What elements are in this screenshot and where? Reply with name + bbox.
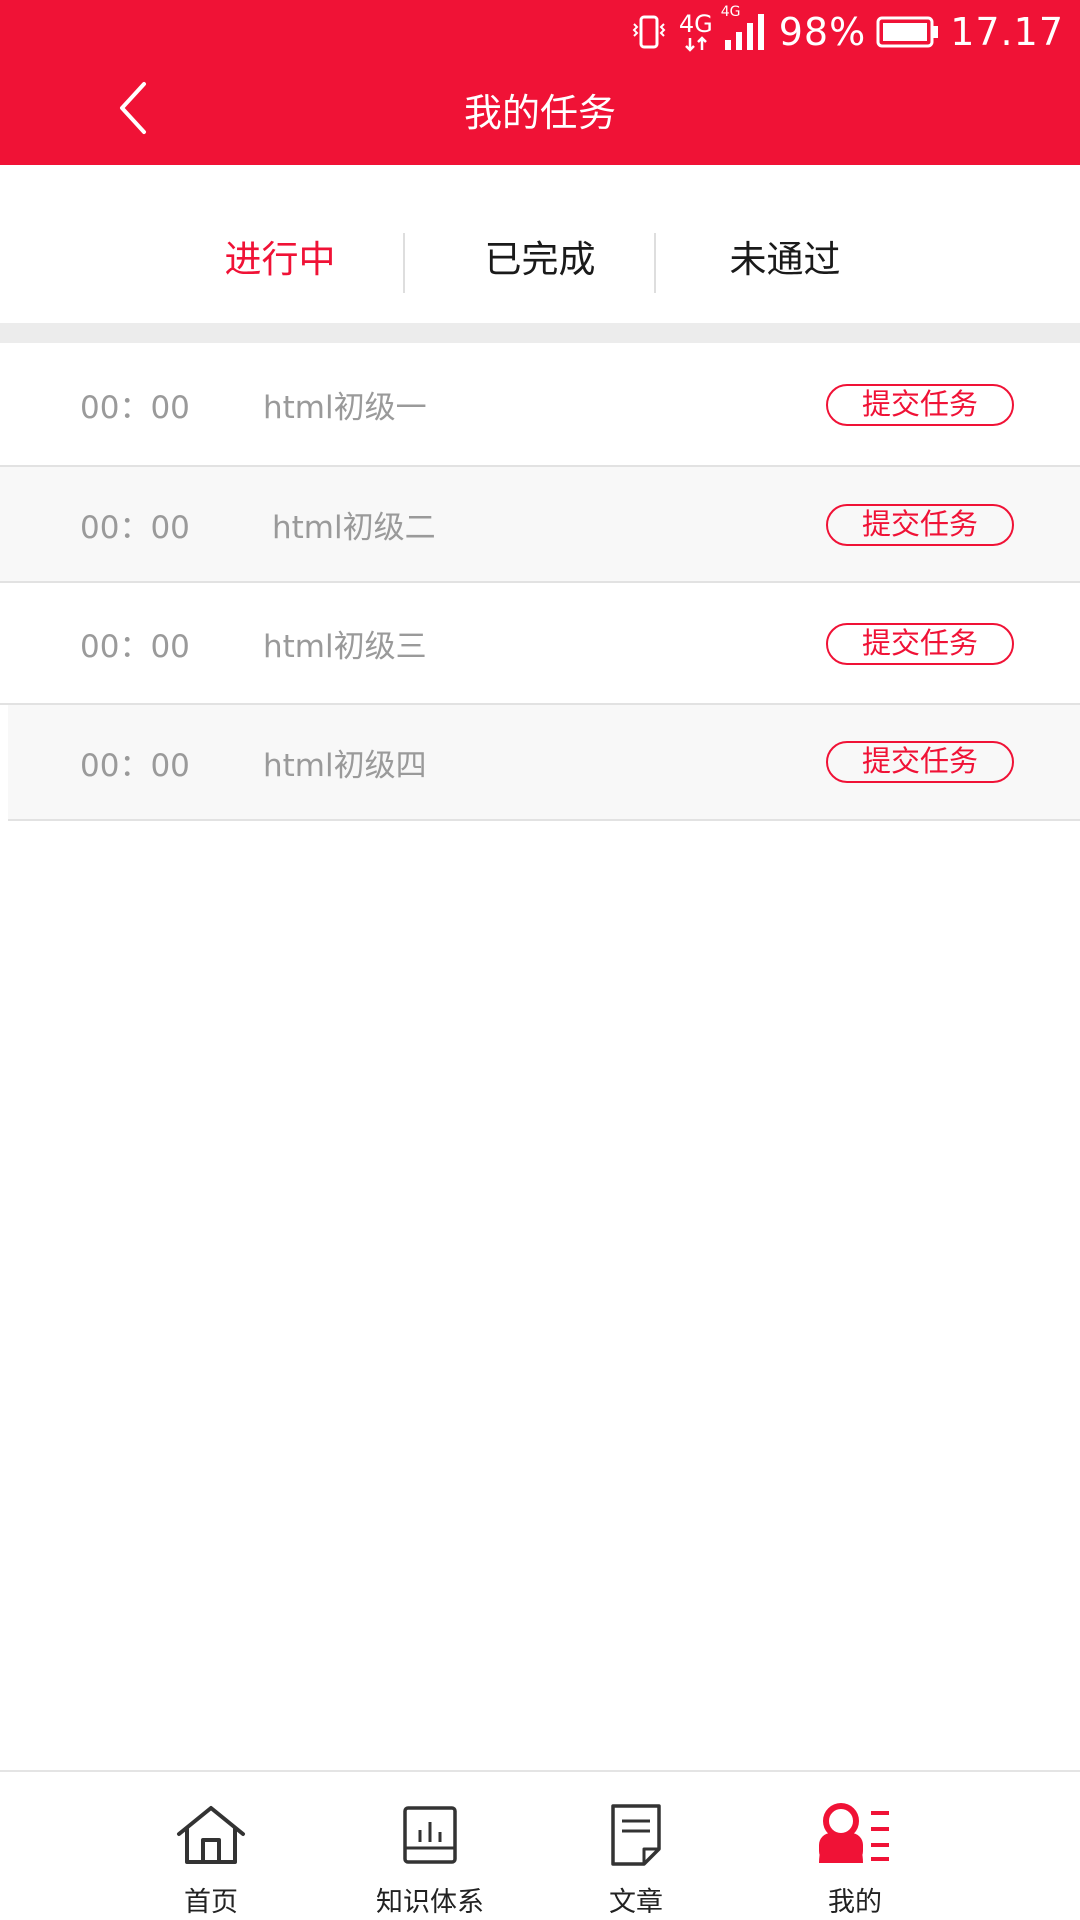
task-time: 00：00 [80,747,190,784]
task-time: 00：00 [80,389,190,426]
home-icon [171,1802,251,1868]
network-label: 4G [678,10,713,38]
submit-task-button[interactable]: 提交任务 [826,623,1014,665]
status-tabs: 进行中 已完成 未通过 [0,165,1080,323]
knowledge-icon [390,1802,470,1868]
submit-task-button[interactable]: 提交任务 [826,384,1014,426]
nav-item-mine[interactable]: 我的 [775,1802,935,1918]
task-time: 00：00 [80,509,190,546]
task-row: 00：00 html初级二 提交任务 [0,467,1080,583]
page-title: 我的任务 [463,91,616,135]
nav-item-knowledge[interactable]: 知识体系 [350,1802,510,1918]
submit-task-button[interactable]: 提交任务 [826,504,1014,546]
bottom-navigation: 首页 知识体系 文章 我的 [0,1770,1080,1920]
tab-in-progress[interactable]: 进行中 [200,230,360,290]
signal-network-label: 4G [720,4,741,20]
task-name: html初级三 [263,628,427,665]
profile-icon [815,1802,895,1868]
nav-label: 首页 [184,1887,238,1918]
task-row: 00：00 html初级四 提交任务 [8,705,1080,821]
nav-item-articles[interactable]: 文章 [556,1802,716,1918]
task-row: 00：00 html初级一 提交任务 [0,343,1080,467]
tab-divider [403,233,405,293]
battery-percent: 98% [778,10,867,54]
nav-label: 文章 [609,1887,663,1918]
top-app-bar: 4G 4G 98% 17.17 我的任务 [0,0,1080,165]
battery-icon [876,15,940,49]
section-separator [0,323,1080,343]
vibrate-icon [629,12,669,52]
submit-task-button[interactable]: 提交任务 [826,741,1014,783]
tab-rejected[interactable]: 未通过 [705,230,865,290]
document-icon [596,1802,676,1868]
status-bar: 4G 4G 98% 17.17 [629,4,1064,58]
tab-completed[interactable]: 已完成 [460,230,620,290]
tab-divider [654,233,656,293]
clock: 17.17 [950,10,1064,54]
nav-label: 知识体系 [376,1887,484,1918]
task-name: html初级四 [263,747,427,784]
nav-item-home[interactable]: 首页 [131,1802,291,1918]
task-row: 00：00 html初级三 提交任务 [0,583,1080,705]
task-time: 00：00 [80,628,190,665]
app-screen: 4G 4G 98% 17.17 我的任务 进行中 已完成 未通过 00：00 h… [0,0,1080,1920]
task-name: html初级一 [263,389,427,426]
signal-icon: 4G [721,4,769,52]
network-4g-icon: 4G [679,12,713,52]
nav-label: 我的 [828,1887,882,1918]
task-name: html初级二 [272,509,436,546]
